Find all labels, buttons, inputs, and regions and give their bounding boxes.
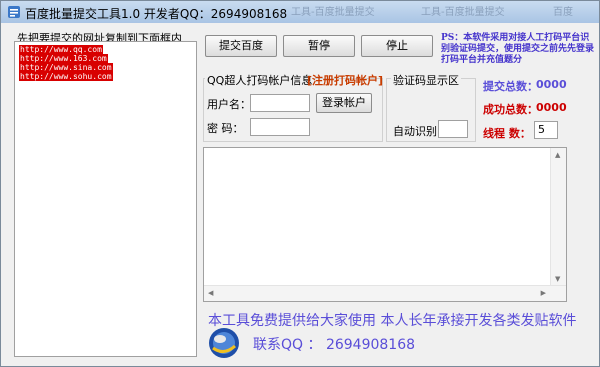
ps-note: PS：本软件采用对接人工打码平台识别验证码提交，使用提交之前先先登录打码平台并充… xyxy=(441,33,595,65)
success-total-label: 成功总数： xyxy=(483,103,538,116)
log-textarea[interactable]: ▲ ▼ ◀ ▶ xyxy=(203,147,567,302)
register-account-link[interactable]: [注册打码帐户] xyxy=(307,72,383,88)
app-icon xyxy=(8,6,20,18)
username-label: 用户名： xyxy=(207,98,251,111)
footer-promo-text: 本工具免费提供给大家使用 本人长年承接开发各类发贴软件 xyxy=(208,313,577,329)
scroll-up-icon[interactable]: ▲ xyxy=(555,151,560,159)
thread-count-input[interactable]: 5 xyxy=(534,121,558,139)
scroll-left-icon[interactable]: ◀ xyxy=(208,289,213,297)
scroll-right-icon[interactable]: ▶ xyxy=(541,289,546,297)
scroll-down-icon[interactable]: ▼ xyxy=(555,275,560,283)
account-group-label: QQ超人打码帐户信息 xyxy=(205,72,315,88)
ghost-title-text: 百度 xyxy=(553,7,573,18)
url-line: http://www.sohu.com xyxy=(19,72,113,81)
submitted-total-value: 0000 xyxy=(536,78,567,91)
auto-recognize-input[interactable] xyxy=(438,120,468,138)
submitted-total-label: 提交总数： xyxy=(483,80,538,93)
vertical-scrollbar[interactable]: ▲ ▼ xyxy=(550,148,566,301)
login-account-button[interactable]: 登录帐户 xyxy=(316,93,372,113)
ghost-title-text: 工具-百度批量提交 xyxy=(421,7,505,18)
password-label: 密 码： xyxy=(207,122,244,135)
url-line: http://www.163.com xyxy=(19,54,108,63)
pause-button[interactable]: 暂停 xyxy=(283,35,355,57)
stop-button[interactable]: 停止 xyxy=(361,35,433,57)
password-input[interactable] xyxy=(250,118,310,136)
captcha-group-label: 验证码显示区 xyxy=(391,72,461,88)
username-input[interactable] xyxy=(250,94,310,112)
url-line: http://www.sina.com xyxy=(19,63,113,72)
url-textarea[interactable]: http://www.qq.com http://www.163.com htt… xyxy=(14,41,197,357)
success-total-value: 0000 xyxy=(536,101,567,114)
main-window: 百度批量提交工具1.0 开发者QQ：2694908168 工具-百度批量提交 工… xyxy=(0,0,600,367)
submit-baidu-button[interactable]: 提交百度 xyxy=(205,35,277,57)
thread-count-label: 线程 数： xyxy=(483,127,531,140)
window-title: 百度批量提交工具1.0 开发者QQ：2694908168 xyxy=(25,7,288,21)
ghost-title-text: 工具-百度批量提交 xyxy=(291,7,375,18)
title-bar[interactable]: 百度批量提交工具1.0 开发者QQ：2694908168 工具-百度批量提交 工… xyxy=(1,1,599,23)
url-line: http://www.qq.com xyxy=(19,45,103,54)
horizontal-scrollbar[interactable]: ◀ ▶ xyxy=(204,285,566,301)
contact-qq-text: 联系QQ ： 2694908168 xyxy=(253,337,416,353)
globe-logo-icon xyxy=(209,328,239,358)
